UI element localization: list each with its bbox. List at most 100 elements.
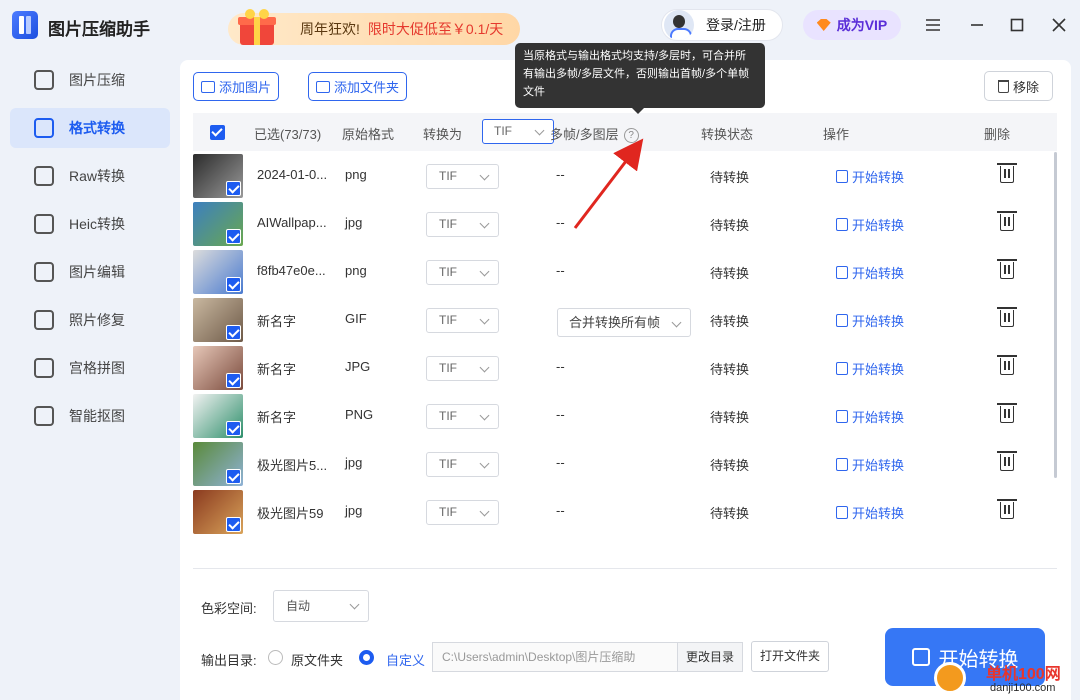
radio-original-folder[interactable] [268,650,283,665]
row-checkbox[interactable] [226,517,241,532]
change-directory-button[interactable]: 更改目录 [677,642,743,672]
file-thumbnail[interactable] [193,490,243,534]
raw-icon [34,166,54,186]
add-image-button[interactable]: 添加图片 [193,72,280,101]
file-thumbnail[interactable] [193,154,243,198]
row-checkbox[interactable] [226,325,241,340]
select-all-checkbox[interactable] [210,125,225,140]
file-thumbnail[interactable] [193,394,243,438]
target-format-select[interactable]: TIF [426,500,499,525]
table-row: 极光图片5... jpg TIF -- 待转换 开始转换 [193,440,1057,488]
delete-icon[interactable] [997,499,1017,519]
row-start-convert-label: 开始转换 [852,410,905,425]
app-logo [12,11,38,39]
sidebar-item-heic[interactable]: Heic转换 [10,204,170,244]
delete-icon[interactable] [997,259,1017,279]
row-checkbox[interactable] [226,469,241,484]
row-start-convert-label: 开始转换 [852,314,905,329]
convert-status: 待转换 [710,362,750,377]
sidebar-item-smart-cutout[interactable]: 智能抠图 [10,396,170,436]
sidebar-item-grid-collage[interactable]: 宫格拼图 [10,348,170,388]
file-name: 新名字 [257,314,297,329]
row-start-convert-link[interactable]: 开始转换 [836,503,904,522]
color-space-value: 自动 [286,599,311,613]
delete-icon[interactable] [997,403,1017,423]
target-format-select[interactable]: TIF [426,212,499,237]
color-space-select[interactable]: 自动 [273,590,369,622]
header-status: 转换状态 [701,127,754,142]
add-folder-button[interactable]: 添加文件夹 [308,72,408,101]
row-start-convert-label: 开始转换 [852,506,905,521]
file-thumbnail[interactable] [193,298,243,342]
sidebar-item-photo-repair[interactable]: 照片修复 [10,300,170,340]
convert-icon [836,506,848,519]
delete-icon[interactable] [997,451,1017,471]
row-checkbox[interactable] [226,373,241,388]
file-thumbnail[interactable] [193,346,243,390]
frame-mode-select[interactable]: 合并转换所有帧 [557,308,691,337]
table-row: 新名字 GIF TIF 合并转换所有帧 待转换 开始转换 [193,296,1057,344]
open-folder-button[interactable]: 打开文件夹 [751,641,829,672]
row-start-convert-link[interactable]: 开始转换 [836,311,904,330]
multi-frame-tooltip: 当原格式与输出格式均支持/多层时，可合并所有输出多帧/多层文件，否则输出首帧/多… [515,43,765,114]
row-start-convert-link[interactable]: 开始转换 [836,263,904,282]
row-start-convert-link[interactable]: 开始转换 [836,359,904,378]
file-thumbnail[interactable] [193,202,243,246]
sidebar: 图片压缩 格式转换 Raw转换 Heic转换 图片编辑 照片修复 宫格拼图 智能… [10,60,170,444]
file-name: 2024-01-0... [257,167,328,182]
header-convert-to: 转换为 [423,127,463,142]
row-start-convert-link[interactable]: 开始转换 [836,455,904,474]
row-start-convert-link[interactable]: 开始转换 [836,215,904,234]
color-space-label: 色彩空间: [201,601,257,616]
convert-icon [836,170,848,183]
chevron-down-icon [479,458,490,469]
vip-button[interactable]: 成为VIP [803,10,901,40]
remove-button[interactable]: 移除 [984,71,1053,101]
output-path-field[interactable]: C:\Users\admin\Desktop\图片压缩助 [432,642,678,672]
convert-icon [836,218,848,231]
sidebar-item-label: 智能抠图 [69,408,125,424]
header-selected: 已选(73/73) [254,127,322,142]
promo-banner[interactable]: 周年狂欢! 限时大促低至￥0.1/天 [228,9,520,45]
row-checkbox[interactable] [226,229,241,244]
file-thumbnail[interactable] [193,442,243,486]
row-start-convert-link[interactable]: 开始转换 [836,167,904,186]
close-icon[interactable] [1048,14,1070,36]
file-name: 极光图片59 [257,506,324,521]
smart-cutout-icon [34,406,54,426]
list-scrollbar[interactable] [1054,152,1057,478]
file-thumbnail[interactable] [193,250,243,294]
target-format-select[interactable]: TIF [426,452,499,477]
sidebar-item-image-compress[interactable]: 图片压缩 [10,60,170,100]
target-format-select[interactable]: TIF [426,356,499,381]
maximize-icon[interactable] [1006,14,1028,36]
delete-icon[interactable] [997,355,1017,375]
target-format-select[interactable]: TIF [426,164,499,189]
custom-folder-label: 自定义 [386,653,426,668]
delete-icon[interactable] [997,307,1017,327]
login-button[interactable]: 登录/注册 [661,9,783,41]
delete-icon[interactable] [997,163,1017,183]
target-format-select[interactable]: TIF [426,308,499,333]
sidebar-item-raw[interactable]: Raw转换 [10,156,170,196]
minimize-icon[interactable] [966,14,988,36]
row-checkbox[interactable] [226,277,241,292]
sidebar-item-format-convert[interactable]: 格式转换 [10,108,170,148]
convert-icon [836,314,848,327]
target-format-select[interactable]: TIF [426,404,499,429]
multi-frame-value: -- [556,503,565,518]
delete-icon[interactable] [997,211,1017,231]
radio-custom-folder[interactable] [359,650,374,665]
row-checkbox[interactable] [226,181,241,196]
convert-to-all-select[interactable]: TIF [482,119,554,144]
row-start-convert-link[interactable]: 开始转换 [836,407,904,426]
chevron-down-icon [479,170,490,181]
target-format-select[interactable]: TIF [426,260,499,285]
watermark-logo-icon [934,662,966,694]
menu-icon[interactable] [922,14,944,36]
convert-icon [836,458,848,471]
sidebar-item-image-edit[interactable]: 图片编辑 [10,252,170,292]
row-checkbox[interactable] [226,421,241,436]
watermark-title: 单机100网 [986,666,1061,683]
row-start-convert-label: 开始转换 [852,458,905,473]
